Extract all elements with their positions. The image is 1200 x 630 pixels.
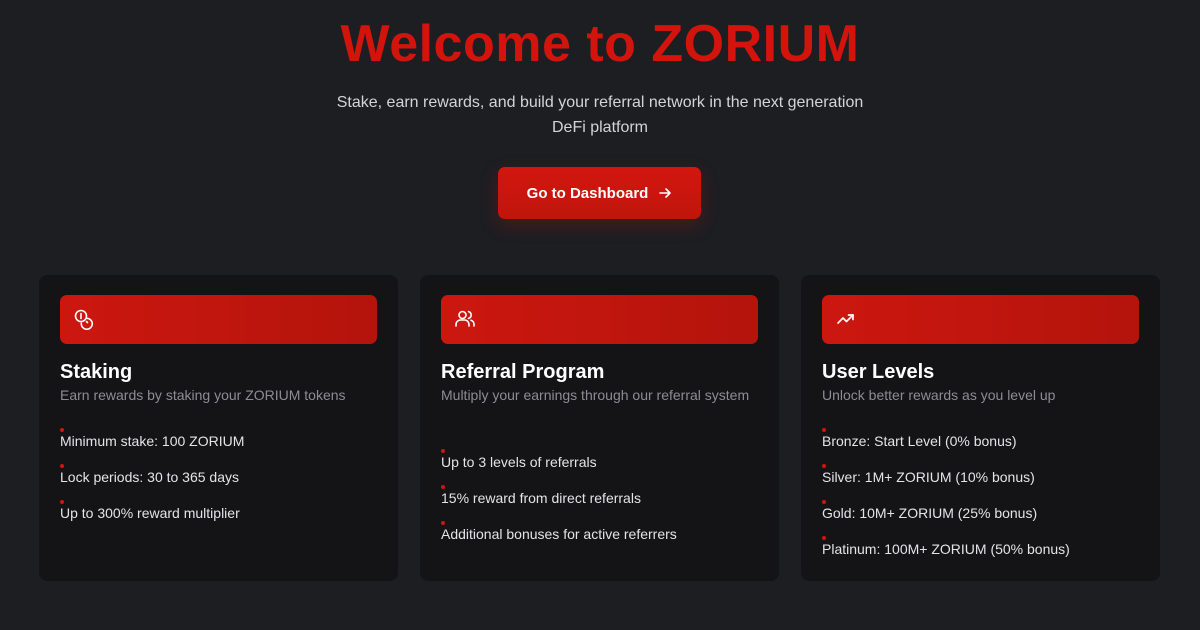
list-item-text: Additional bonuses for active referrers [441,526,677,542]
card-title: User Levels [822,361,935,383]
list-item-text: Lock periods: 30 to 365 days [60,469,240,485]
go-to-dashboard-button[interactable]: Go to Dashboard [498,167,701,219]
list-item-text: Platinum: 100M+ ZORIUM (50% bonus) [822,541,1070,557]
card-title: Staking [60,361,133,383]
card-description: Earn rewards by staking your ZORIUM toke… [60,387,346,403]
go-to-dashboard-label: Go to Dashboard [526,184,649,202]
users-icon [455,310,475,327]
card-description: Multiply your earnings through our refer… [441,387,750,403]
referral-banner [441,295,758,344]
referral-program-card: Referral Program Multiply your earnings … [420,275,779,581]
coins-icon [74,309,94,330]
arrow-right-icon [659,188,672,198]
page-title: Welcome to ZORIUM [340,15,860,73]
user-levels-card: User Levels Unlock better rewards as you… [801,275,1160,581]
list-item-text: Bronze: Start Level (0% bonus) [822,433,1017,449]
list-item-text: Gold: 10M+ ZORIUM (25% bonus) [822,505,1038,521]
list-item-text: Silver: 1M+ ZORIUM (10% bonus) [822,469,1035,485]
card-description: Unlock better rewards as you level up [822,387,1056,403]
card-title: Referral Program [441,361,605,383]
trending-up-icon [837,314,854,324]
list-item-text: Up to 300% reward multiplier [60,505,240,521]
staking-banner [60,295,377,344]
list-item-text: 15% reward from direct referrals [441,490,641,506]
list-item-text: Minimum stake: 100 ZORIUM [60,433,245,449]
hero-subtitle: Stake, earn rewards, and build your refe… [336,94,864,136]
user-levels-banner [822,295,1139,344]
list-item-text: Up to 3 levels of referrals [441,454,597,470]
staking-card: Staking Earn rewards by staking your ZOR… [39,275,398,581]
